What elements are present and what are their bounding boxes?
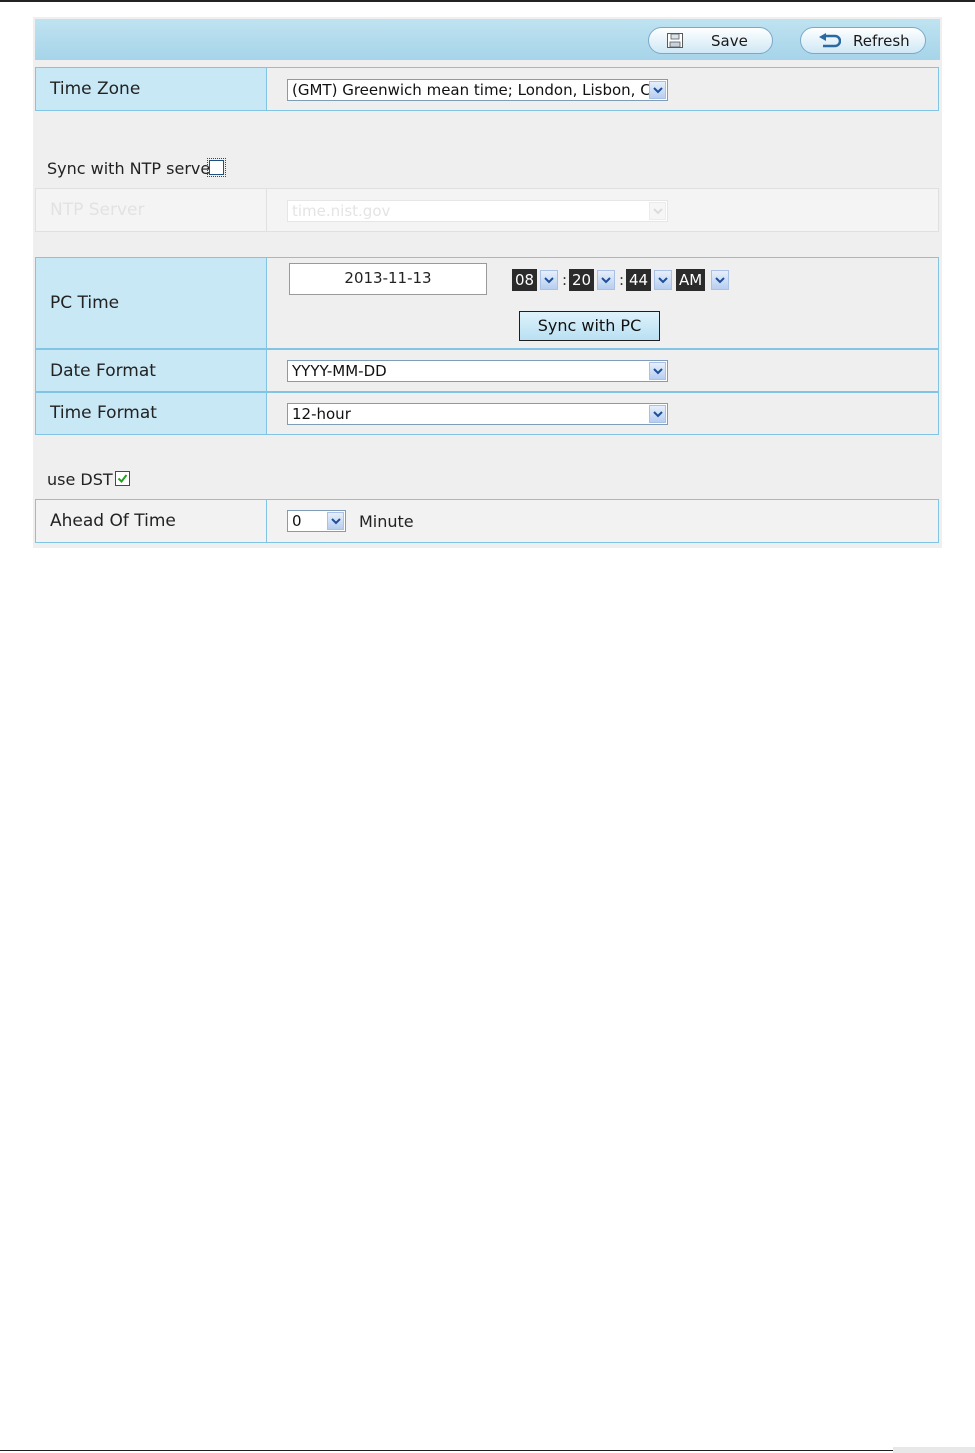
time-zone-row: Time Zone (GMT) Greenwich mean time; Lon… [35,67,939,111]
minute-value: 20 [569,269,595,291]
sync-ntp-label: Sync with NTP server [47,159,217,178]
chevron-down-icon [649,202,666,220]
date-format-label-cell: Date Format [36,350,267,391]
pc-time-label: PC Time [50,293,120,313]
save-label: Save [711,32,748,50]
ntp-server-select: time.nist.gov [287,200,668,222]
time-format-value-cell: 12-hour [267,393,938,434]
time-format-select[interactable]: 12-hour [287,403,668,425]
ntp-server-label: NTP Server [50,200,145,220]
date-format-select[interactable]: YYYY-MM-DD [287,360,668,382]
time-zone-value: (GMT) Greenwich mean time; London, Lisbo… [292,81,651,99]
time-zone-label-cell: Time Zone [36,68,267,110]
save-button[interactable]: Save [648,27,773,54]
bottom-rule [0,1450,975,1451]
page-footer-tab [893,1447,975,1453]
chevron-down-icon[interactable] [649,81,666,99]
sync-with-pc-button[interactable]: Sync with PC [519,311,660,341]
pc-time-label-cell: PC Time [36,258,267,348]
floppy-disk-icon [667,33,683,48]
ntp-server-value: time.nist.gov [292,202,391,220]
ahead-of-time-row: Ahead Of Time 0 Minute [35,499,939,543]
time-format-row: Time Format 12-hour [35,392,939,435]
time-settings-panel: Save Refresh Time Zone (GMT) Greenwich m… [33,17,942,548]
ntp-server-value-cell: time.nist.gov [267,189,938,231]
refresh-button[interactable]: Refresh [800,27,926,54]
ampm-value: AM [676,269,706,291]
ahead-of-time-label-cell: Ahead Of Time [36,500,267,542]
ntp-server-row: NTP Server time.nist.gov [35,188,939,232]
pc-date-input[interactable]: 2013-11-13 [289,263,487,295]
time-format-label: Time Format [50,403,157,423]
chevron-down-icon[interactable] [711,270,729,290]
date-format-value: YYYY-MM-DD [292,362,387,380]
chevron-down-icon[interactable] [327,512,344,530]
ntp-server-label-cell: NTP Server [36,189,267,231]
chevron-down-icon[interactable] [540,270,558,290]
ahead-of-time-label: Ahead Of Time [50,511,176,531]
chevron-down-icon[interactable] [649,362,666,380]
ahead-of-time-value-cell: 0 Minute [267,500,938,542]
ahead-of-time-value: 0 [292,512,302,530]
undo-arrow-icon [819,33,841,48]
time-separator: : [619,271,625,289]
second-value: 44 [626,269,652,291]
use-dst-label: use DST [47,470,113,489]
use-dst-checkbox[interactable] [115,471,130,486]
time-format-label-cell: Time Format [36,393,267,434]
time-format-value: 12-hour [292,405,351,423]
refresh-label: Refresh [853,32,910,50]
pc-time-row: PC Time 2013-11-13 08 : 20 : 44 AM Sync … [35,257,939,349]
checkmark-icon [117,474,128,484]
time-zone-select[interactable]: (GMT) Greenwich mean time; London, Lisbo… [287,79,668,101]
time-zone-value-cell: (GMT) Greenwich mean time; London, Lisbo… [267,68,938,110]
chevron-down-icon[interactable] [597,270,615,290]
sync-ntp-checkbox[interactable] [207,158,226,177]
time-separator: : [562,271,568,289]
date-format-row: Date Format YYYY-MM-DD [35,349,939,392]
top-rule [0,0,975,2]
pc-time-value-cell: 2013-11-13 08 : 20 : 44 AM Sync with PC [267,258,938,348]
chevron-down-icon[interactable] [649,405,666,423]
ahead-of-time-select[interactable]: 0 [287,510,346,532]
time-zone-label: Time Zone [50,79,141,99]
toolbar: Save Refresh [35,19,940,60]
chevron-down-icon[interactable] [654,270,672,290]
date-format-value-cell: YYYY-MM-DD [267,350,938,391]
date-format-label: Date Format [50,361,156,381]
minute-unit-label: Minute [359,512,414,531]
hour-value: 08 [512,269,538,291]
